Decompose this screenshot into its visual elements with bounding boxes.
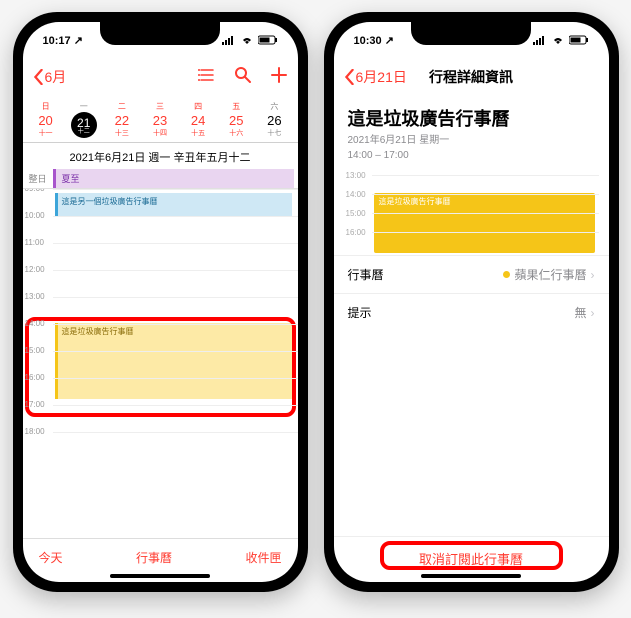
mini-hour-row: 13:00 <box>372 175 599 194</box>
battery-icon <box>569 35 589 45</box>
row-label: 行事曆 <box>348 266 384 283</box>
unsubscribe-button[interactable]: 取消訂閱此行事曆 <box>334 536 609 572</box>
status-time: 10:30 ↗ <box>354 34 394 47</box>
date-line: 2021年6月21日 週一 辛丑年五月十二 <box>23 143 298 169</box>
chevron-left-icon <box>33 69 44 85</box>
home-indicator[interactable] <box>110 574 210 578</box>
notch <box>100 21 220 45</box>
allday-label: 整日 <box>23 169 53 188</box>
status-time: 10:17 ↗ <box>43 34 83 47</box>
allday-event[interactable]: 夏至 <box>53 169 294 188</box>
hour-row: 14:00 <box>53 324 298 351</box>
home-indicator[interactable] <box>421 574 521 578</box>
mini-hour-row: 14:00 <box>372 194 599 213</box>
day-column[interactable]: 日20十一 <box>27 99 65 142</box>
mini-hour-row: 16:00 <box>372 232 599 251</box>
allday-row: 整日 夏至 <box>23 169 298 189</box>
day-column[interactable]: 六26十七 <box>255 99 293 142</box>
day-column[interactable]: 四24十五 <box>179 99 217 142</box>
screen-event-detail: 10:30 ↗ 6月21日 行程詳細資訊 這是垃圾廣告行事曆 2021年6月21… <box>334 22 609 582</box>
hour-row: 09:00 <box>53 189 298 216</box>
timeline[interactable]: 這是另一個垃圾廣告行事曆 這是垃圾廣告行事曆 09:0010:0011:0012… <box>23 189 298 538</box>
row-value: 無 › <box>574 304 594 321</box>
phone-left: 10:17 ↗ 6月 日20十一一21十二二22十三三23十四四24十五五25十… <box>13 12 308 592</box>
battery-icon <box>258 35 278 45</box>
hour-row: 17:00 <box>53 405 298 432</box>
hour-row: 18:00 <box>53 432 298 459</box>
mini-timeline[interactable]: 這是垃圾廣告行事曆 13:0014:0015:0016:00 <box>344 175 599 251</box>
bottom-toolbar: 今天 行事曆 收件匣 <box>23 538 298 572</box>
hour-row: 16:00 <box>53 378 298 405</box>
today-button[interactable]: 今天 <box>39 549 63 566</box>
calendar-color-dot <box>503 271 510 278</box>
add-event-icon[interactable] <box>270 66 288 89</box>
status-indicators <box>222 35 278 45</box>
hour-row: 10:00 <box>53 216 298 243</box>
hour-row: 13:00 <box>53 297 298 324</box>
hour-row: 12:00 <box>53 270 298 297</box>
back-button[interactable]: 6月 <box>33 67 67 87</box>
inbox-button[interactable]: 收件匣 <box>245 549 281 566</box>
day-column[interactable]: 二22十三 <box>103 99 141 142</box>
status-indicators <box>533 35 589 45</box>
list-view-icon[interactable] <box>198 66 216 89</box>
day-column[interactable]: 三23十四 <box>141 99 179 142</box>
chevron-left-icon <box>344 69 355 85</box>
row-label: 提示 <box>348 304 372 321</box>
chevron-right-icon: › <box>591 268 595 282</box>
row-calendar[interactable]: 行事曆 蘋果仁行事曆 › <box>334 255 609 293</box>
mini-hour-row: 15:00 <box>372 213 599 232</box>
week-header: 日20十一一21十二二22十三三23十四四24十五五25十六六26十七 <box>23 99 298 143</box>
nav-bar: 6月 <box>23 55 298 99</box>
notch <box>411 21 531 45</box>
row-alert[interactable]: 提示 無 › <box>334 293 609 331</box>
day-column[interactable]: 一21十二 <box>65 99 103 142</box>
hour-row: 15:00 <box>53 351 298 378</box>
nav-bar: 6月21日 行程詳細資訊 <box>334 55 609 99</box>
wifi-icon <box>240 35 254 45</box>
wifi-icon <box>551 35 565 45</box>
screen-calendar-day: 10:17 ↗ 6月 日20十一一21十二二22十三三23十四四24十五五25十… <box>23 22 298 582</box>
event-title: 這是垃圾廣告行事曆 <box>334 99 609 131</box>
search-icon[interactable] <box>234 66 252 89</box>
nav-title: 行程詳細資訊 <box>429 67 513 87</box>
phone-right: 10:30 ↗ 6月21日 行程詳細資訊 這是垃圾廣告行事曆 2021年6月21… <box>324 12 619 592</box>
cellular-icon <box>222 35 236 45</box>
row-value: 蘋果仁行事曆 › <box>503 266 594 283</box>
event-subtitle: 2021年6月21日 星期一14:00 – 17:00 <box>334 131 609 171</box>
chevron-right-icon: › <box>591 306 595 320</box>
back-label: 6月 <box>45 67 67 87</box>
back-button[interactable]: 6月21日 <box>344 67 407 87</box>
day-column[interactable]: 五25十六 <box>217 99 255 142</box>
back-label: 6月21日 <box>356 67 407 87</box>
cellular-icon <box>533 35 547 45</box>
hour-row: 11:00 <box>53 243 298 270</box>
calendars-button[interactable]: 行事曆 <box>136 549 172 566</box>
